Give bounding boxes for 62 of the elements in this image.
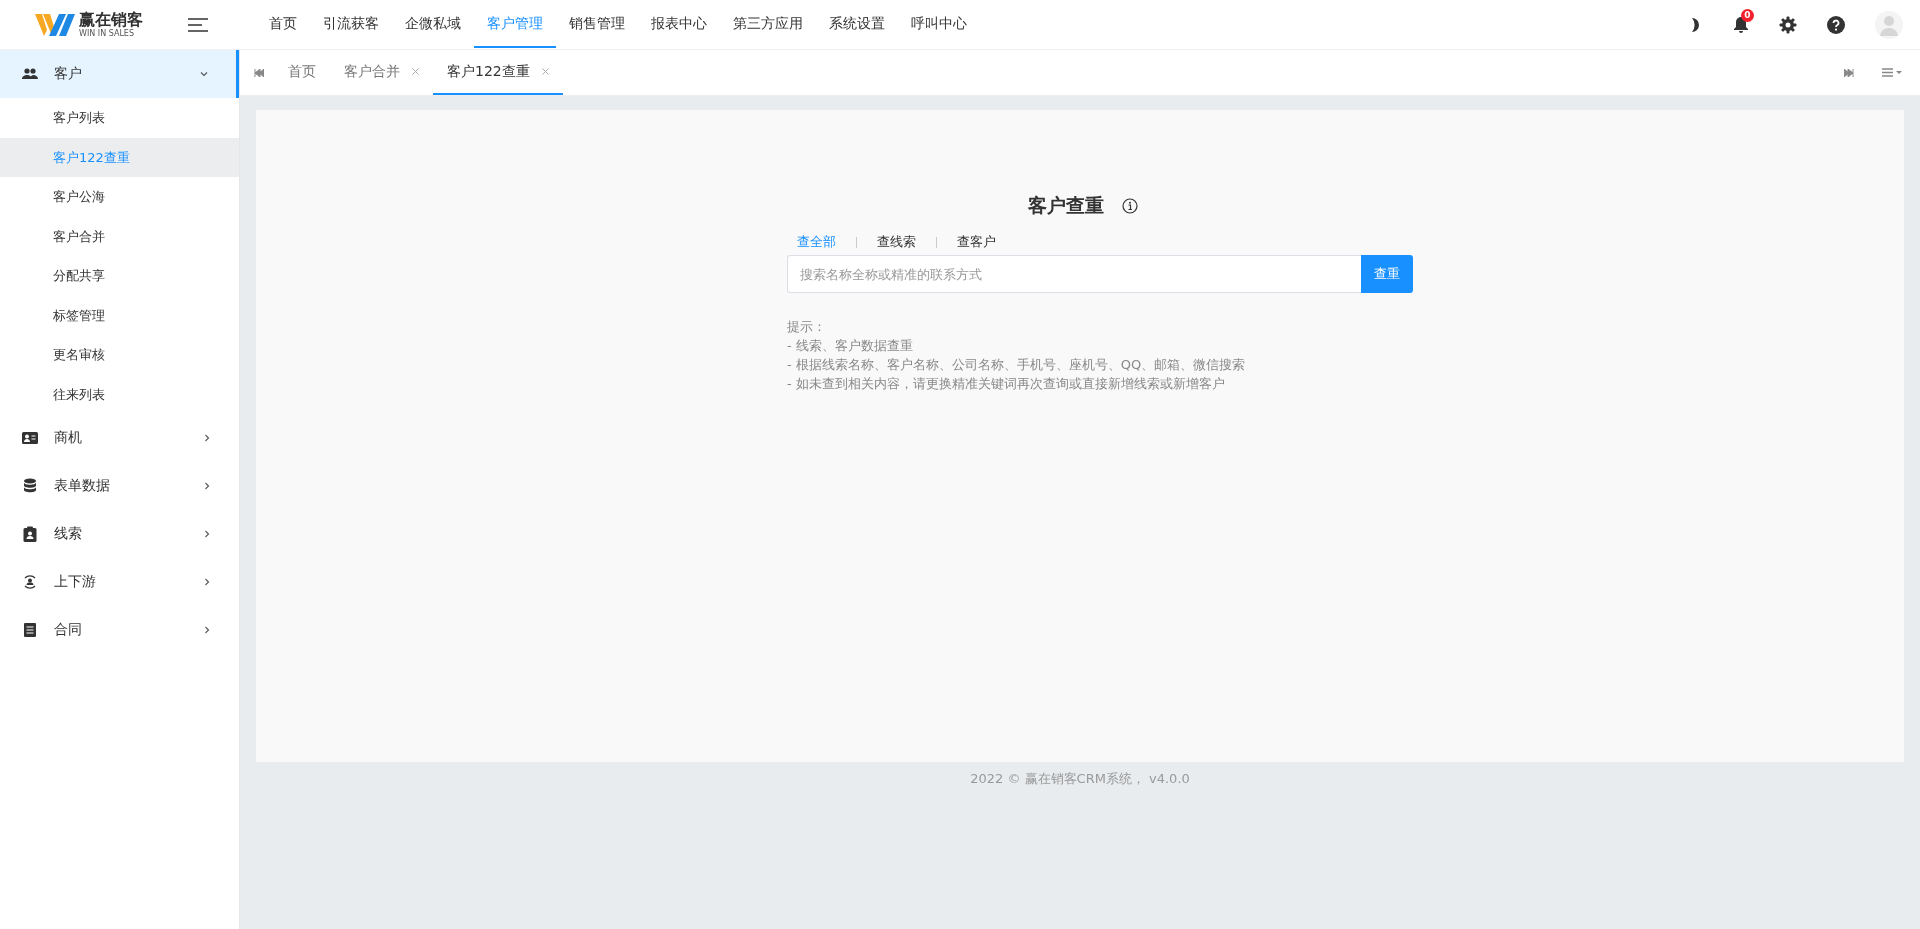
notification-count: 0 <box>1741 8 1754 22</box>
sidebar-item-label: 表单数据 <box>54 477 111 495</box>
sidebar-item-label: 上下游 <box>54 573 97 591</box>
nav-tab[interactable]: 引流获客 <box>310 1 392 48</box>
page-tab[interactable]: 首页 <box>274 50 330 95</box>
nav-tab[interactable]: 第三方应用 <box>720 1 816 48</box>
database-icon <box>22 478 38 494</box>
chevron-right-icon <box>203 530 211 538</box>
hint-text: - 线索、客户数据查重 <box>787 337 914 355</box>
sidebar-subitem[interactable]: 标签管理 <box>0 295 239 335</box>
sidebar-subitem[interactable]: 更名审核 <box>0 335 239 375</box>
clipboard-icon <box>22 526 38 542</box>
search-scope-tab[interactable]: 查线索 <box>877 233 916 251</box>
hint-text: - 根据线索名称、客户名称、公司名称、手机号、座机号、QQ、邮箱、微信搜索 <box>787 356 1247 374</box>
person-cycle-icon <box>22 574 38 590</box>
logo-tagline: WIN IN SALES <box>79 29 135 38</box>
skip-last-icon[interactable] <box>1844 68 1854 77</box>
page-title: 客户查重 <box>1028 193 1104 218</box>
sidebar-item[interactable]: 合同 <box>0 606 239 654</box>
sidebar-item[interactable]: 线索 <box>0 510 239 558</box>
sidebar-item[interactable]: 商机 <box>0 414 239 462</box>
chevron-down-icon <box>200 70 208 78</box>
document-icon <box>22 622 38 638</box>
id-card-icon <box>22 430 38 446</box>
sidebar-item-label: 线索 <box>54 525 83 543</box>
sidebar-item-label: 客户 <box>54 65 83 83</box>
menu-icon[interactable] <box>188 17 208 32</box>
sidebar-item-label: 商机 <box>54 429 83 447</box>
sidebar-subitem[interactable]: 客户合并 <box>0 216 239 256</box>
page-tab[interactable]: 客户122查重 <box>433 50 563 95</box>
sidebar-subitem[interactable]: 往来列表 <box>0 374 239 414</box>
menu-dropdown-icon[interactable] <box>1882 68 1902 77</box>
sidebar-subitem[interactable]: 分配共享 <box>0 256 239 296</box>
nav-tab[interactable]: 系统设置 <box>816 1 898 48</box>
nav-tab[interactable]: 呼叫中心 <box>898 1 980 48</box>
chevron-right-icon <box>203 578 211 586</box>
chevron-right-icon <box>203 626 211 634</box>
skip-first-icon[interactable] <box>254 68 264 77</box>
chevron-right-icon <box>203 434 211 442</box>
people-icon <box>22 66 38 82</box>
sidebar-subitem[interactable]: 客户公海 <box>0 177 239 217</box>
logo-brand-name: 赢在销客 <box>79 11 143 28</box>
help-icon[interactable] <box>1827 15 1845 34</box>
nav-tab[interactable]: 企微私域 <box>392 1 474 48</box>
page-tab[interactable]: 客户合并 <box>330 50 433 95</box>
nav-tab[interactable]: 报表中心 <box>638 1 720 48</box>
footer-text: 2022 © 赢在销客CRM系统， v4.0.0 <box>970 771 1190 786</box>
sidebar-item[interactable]: 客户 <box>0 50 239 98</box>
search-field[interactable]: 搜索名称全称或精准的联系方式 <box>787 255 1361 293</box>
search-scope-tab[interactable]: 查客户 <box>957 233 996 251</box>
logo-icon <box>35 11 75 38</box>
chevron-right-icon <box>203 482 211 490</box>
nav-tab[interactable]: 首页 <box>256 1 310 48</box>
nav-tab[interactable]: 销售管理 <box>556 1 638 48</box>
hint-text: - 如未查到相关内容，请更换精准关键词再次查询或直接新增线索或新增客户 <box>787 375 1226 393</box>
sidebar-item[interactable]: 表单数据 <box>0 462 239 510</box>
sidebar-item[interactable]: 上下游 <box>0 558 239 606</box>
info-icon[interactable] <box>1122 198 1138 214</box>
settings-icon[interactable] <box>1779 15 1797 34</box>
sidebar-item-label: 合同 <box>54 621 83 639</box>
sidebar-subitem[interactable]: 客户列表 <box>0 98 239 138</box>
hint-text: 提示： <box>787 318 827 336</box>
